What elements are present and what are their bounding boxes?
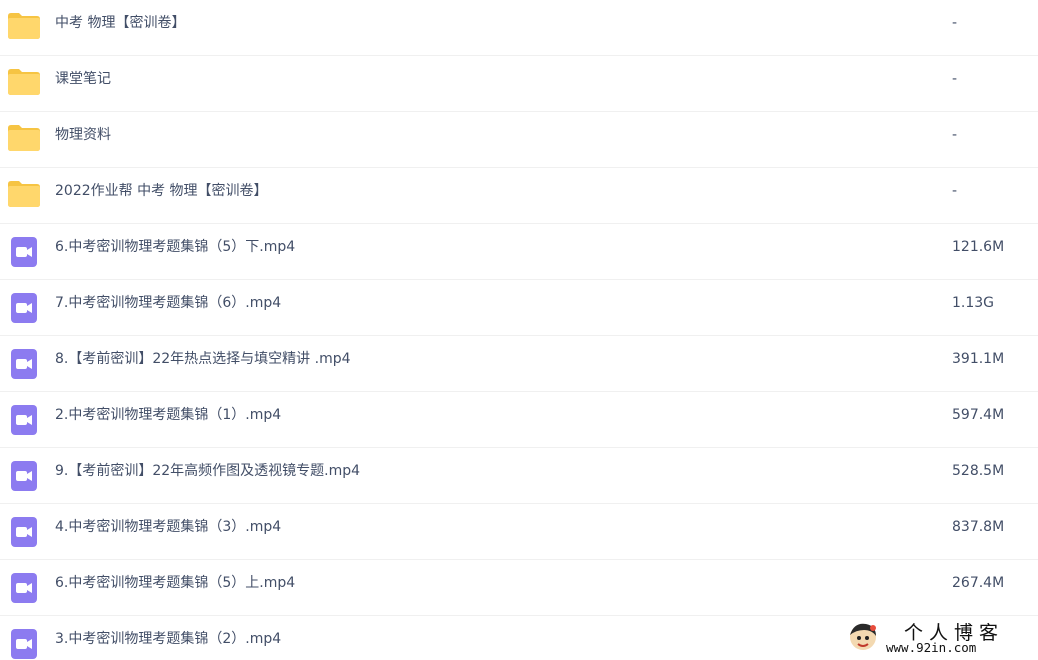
- list-item[interactable]: 4.中考密训物理考题集锦（3）.mp4 837.8M: [0, 504, 1038, 560]
- folder-icon: [8, 125, 40, 155]
- list-item[interactable]: 6.中考密训物理考题集锦（5）上.mp4 267.4M: [0, 560, 1038, 616]
- video-file-icon: [8, 517, 40, 547]
- video-file-icon: [8, 461, 40, 491]
- file-list: 中考 物理【密训卷】 - 课堂笔记 - 物理资料 - 2022作业帮 中考 物理…: [0, 0, 1038, 660]
- list-item[interactable]: 课堂笔记 -: [0, 56, 1038, 112]
- video-file-icon: [8, 405, 40, 435]
- file-size: -: [952, 127, 958, 143]
- file-size: 267.4M: [952, 575, 1005, 591]
- file-name: 4.中考密训物理考题集锦（3）.mp4: [55, 519, 282, 535]
- cartoon-mascot-icon: [846, 620, 880, 654]
- list-item[interactable]: 9.【考前密训】22年高频作图及透视镜专题.mp4 528.5M: [0, 448, 1038, 504]
- list-item[interactable]: 2.中考密训物理考题集锦（1）.mp4 597.4M: [0, 392, 1038, 448]
- watermark: 个人博客 www.92in.com: [842, 616, 1034, 660]
- list-item[interactable]: 物理资料 -: [0, 112, 1038, 168]
- watermark-url: www.92in.com: [886, 640, 977, 655]
- list-item[interactable]: 8.【考前密训】22年热点选择与填空精讲 .mp4 391.1M: [0, 336, 1038, 392]
- file-size: 597.4M: [952, 407, 1005, 423]
- video-file-icon: [8, 293, 40, 323]
- file-size: -: [952, 15, 958, 31]
- file-size: 391.1M: [952, 351, 1005, 367]
- file-name: 中考 物理【密训卷】: [55, 15, 186, 31]
- file-size: 528.5M: [952, 463, 1005, 479]
- video-file-icon: [8, 573, 40, 603]
- file-name: 6.中考密训物理考题集锦（5）上.mp4: [55, 575, 296, 591]
- file-name: 9.【考前密训】22年高频作图及透视镜专题.mp4: [55, 463, 361, 479]
- folder-icon: [8, 181, 40, 211]
- folder-icon: [8, 69, 40, 99]
- list-item[interactable]: 7.中考密训物理考题集锦（6）.mp4 1.13G: [0, 280, 1038, 336]
- video-file-icon: [8, 237, 40, 267]
- file-name: 7.中考密训物理考题集锦（6）.mp4: [55, 295, 282, 311]
- file-name: 3.中考密训物理考题集锦（2）.mp4: [55, 631, 282, 647]
- video-file-icon: [8, 349, 40, 379]
- file-name: 物理资料: [55, 127, 111, 143]
- file-name: 2.中考密训物理考题集锦（1）.mp4: [55, 407, 282, 423]
- file-name: 6.中考密训物理考题集锦（5）下.mp4: [55, 239, 296, 255]
- list-item[interactable]: 中考 物理【密训卷】 -: [0, 0, 1038, 56]
- file-size: 121.6M: [952, 239, 1005, 255]
- video-file-icon: [8, 629, 40, 659]
- file-name: 8.【考前密训】22年热点选择与填空精讲 .mp4: [55, 351, 351, 367]
- file-name: 课堂笔记: [55, 71, 111, 87]
- list-item[interactable]: 2022作业帮 中考 物理【密训卷】 -: [0, 168, 1038, 224]
- file-name: 2022作业帮 中考 物理【密训卷】: [55, 183, 268, 199]
- file-size: 837.8M: [952, 519, 1005, 535]
- file-size: -: [952, 183, 958, 199]
- file-size: 1.13G: [952, 295, 995, 311]
- file-size: -: [952, 71, 958, 87]
- folder-icon: [8, 13, 40, 43]
- list-item[interactable]: 6.中考密训物理考题集锦（5）下.mp4 121.6M: [0, 224, 1038, 280]
